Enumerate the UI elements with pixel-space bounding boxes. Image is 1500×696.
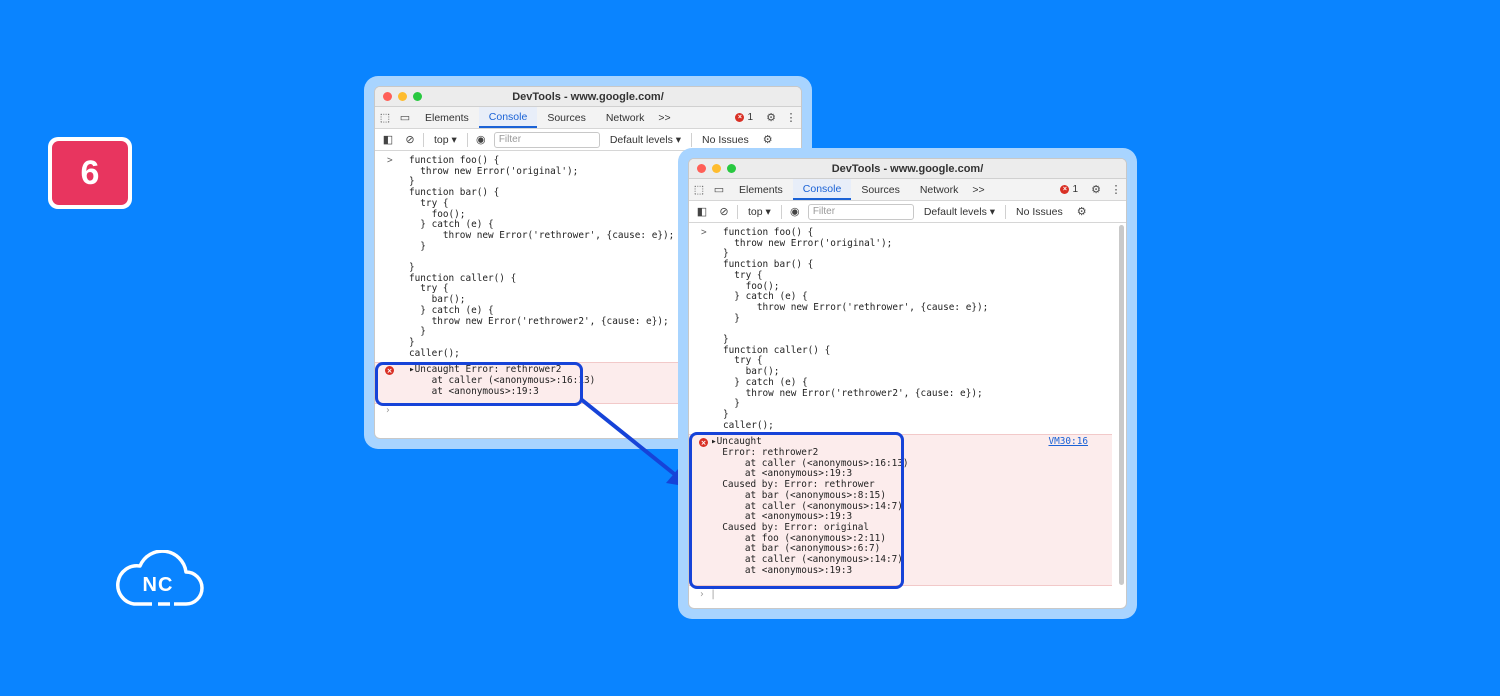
logo-text: NC [142, 574, 174, 596]
title-bar: DevTools - www.google.com/ [375, 87, 801, 107]
sidebar-toggle-icon[interactable]: ◧ [379, 133, 397, 146]
code-line: } [723, 398, 740, 410]
code-line: function caller() { [723, 344, 831, 356]
clear-console-icon[interactable]: ⊘ [401, 133, 419, 146]
tab-console[interactable]: Console [792, 179, 852, 200]
context-selector[interactable]: top ▾ [428, 134, 463, 146]
error-highlight-box [375, 362, 583, 406]
issues-button[interactable]: No Issues [696, 134, 755, 146]
sidebar-toggle-icon[interactable]: ◧ [693, 205, 711, 218]
code-line: function bar() { [723, 259, 814, 271]
error-count: 1 [747, 112, 753, 123]
inspect-element-icon[interactable]: ⬚ [689, 179, 709, 200]
code-line: caller(); [723, 419, 774, 431]
scrollbar[interactable] [1119, 225, 1124, 585]
context-value: top [434, 133, 449, 146]
levels-label: Default levels [923, 205, 987, 218]
panel-tab-bar: ⬚ ▭ Elements Console Sources Network >> … [375, 107, 801, 129]
error-icon: × [735, 113, 745, 122]
log-levels-dropdown[interactable]: Default levels ▾ [918, 206, 1001, 218]
tab-sources[interactable]: Sources [851, 179, 910, 200]
levels-label: Default levels [609, 133, 673, 146]
tab-network[interactable]: Network [596, 107, 655, 128]
tab-sources[interactable]: Sources [537, 107, 596, 128]
step-badge: 6 [48, 137, 132, 209]
nc-cloud-logo: NC [112, 549, 204, 610]
tab-console[interactable]: Console [478, 107, 538, 128]
filter-input[interactable]: Filter [807, 203, 914, 220]
clear-console-icon[interactable]: ⊘ [715, 205, 733, 218]
code-line: } [723, 312, 740, 324]
context-selector[interactable]: top ▾ [742, 206, 777, 218]
code-lines: function foo() { throw new Error('origin… [723, 227, 1126, 431]
live-expression-eye-icon[interactable]: ◉ [472, 133, 490, 146]
prompt-chevron-icon: > [387, 155, 393, 166]
log-levels-dropdown[interactable]: Default levels ▾ [604, 134, 687, 146]
error-icon: × [1060, 185, 1070, 194]
code-line: throw new Error('rethrower', {cause: e})… [723, 301, 989, 313]
panel-tab-bar: ⬚ ▭ Elements Console Sources Network >> … [689, 179, 1126, 201]
code-line: try { [723, 355, 763, 367]
window-title: DevTools - www.google.com/ [831, 162, 984, 175]
more-options-icon[interactable]: ⋮ [1106, 179, 1126, 200]
tab-network[interactable]: Network [910, 179, 969, 200]
device-toolbar-icon[interactable]: ▭ [709, 179, 729, 200]
settings-gear-icon[interactable]: ⚙ [1086, 179, 1106, 200]
source-link[interactable]: VM30:16 [1048, 437, 1088, 448]
console-settings-icon[interactable]: ⚙ [1073, 205, 1091, 218]
live-expression-eye-icon[interactable]: ◉ [786, 205, 804, 218]
issues-button[interactable]: No Issues [1010, 206, 1069, 218]
error-counter[interactable]: × 1 [1052, 179, 1086, 200]
error-count: 1 [1072, 184, 1078, 195]
console-toolbar: ◧ ⊘ top ▾ ◉ Filter Default levels ▾ No I… [689, 201, 1126, 223]
inspect-element-icon[interactable]: ⬚ [375, 107, 395, 128]
more-options-icon[interactable]: ⋮ [781, 107, 801, 128]
context-value: top [748, 205, 763, 218]
code-line: } [723, 408, 729, 420]
settings-gear-icon[interactable]: ⚙ [761, 107, 781, 128]
window-title: DevTools - www.google.com/ [512, 90, 664, 103]
code-line: throw new Error('original'); [723, 237, 893, 249]
more-tabs-button[interactable]: >> [968, 179, 988, 200]
code-line: try { [723, 269, 763, 281]
code-line: } catch (e) { [723, 376, 808, 388]
filter-input[interactable]: Filter [493, 131, 600, 148]
console-settings-icon[interactable]: ⚙ [759, 133, 777, 146]
device-toolbar-icon[interactable]: ▭ [395, 107, 415, 128]
code-line: throw new Error('rethrower2', {cause: e}… [723, 387, 983, 399]
more-tabs-button[interactable]: >> [654, 107, 674, 128]
prompt-chevron-icon: > [701, 227, 707, 238]
tab-elements[interactable]: Elements [415, 107, 479, 128]
step-number: 6 [52, 141, 128, 205]
error-counter[interactable]: × 1 [727, 107, 761, 128]
title-bar: DevTools - www.google.com/ [689, 159, 1126, 179]
error-highlight-box [689, 432, 904, 589]
tab-elements[interactable]: Elements [729, 179, 793, 200]
code-block: > function foo() { throw new Error('origi… [689, 227, 1126, 431]
